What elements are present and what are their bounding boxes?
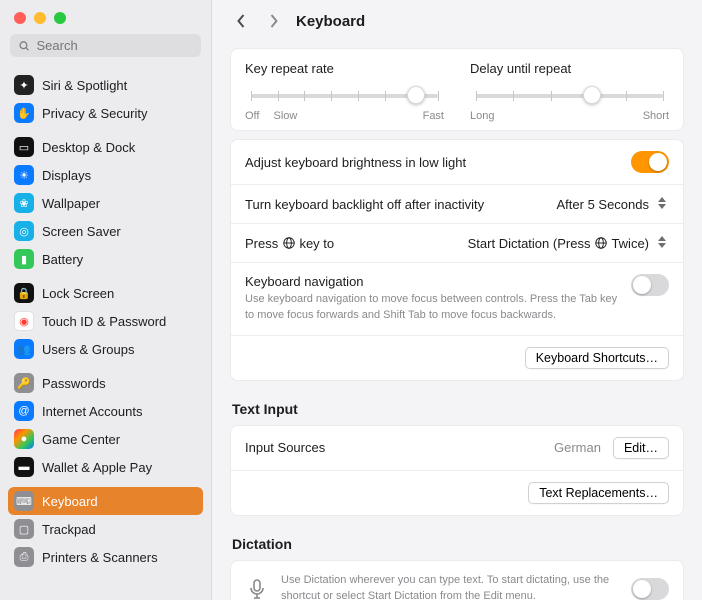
sidebar-item-users-groups[interactable]: 👥 Users & Groups (8, 335, 203, 363)
sidebar-icon: ✦ (14, 75, 34, 95)
sidebar-item-desktop-dock[interactable]: ▭ Desktop & Dock (8, 133, 203, 161)
press-globe-stepper[interactable] (657, 235, 669, 251)
slider-key-repeat[interactable]: Key repeat rate OffSlow Fast (245, 61, 444, 122)
sidebar-icon: ▭ (14, 137, 34, 157)
forward-button[interactable] (264, 12, 282, 30)
globe-icon (594, 236, 608, 250)
sidebar-nav: ✦ Siri & Spotlight ✋ Privacy & Security ▭ Des… (0, 65, 211, 600)
panel-keyboard-options: Adjust keyboard brightness in low light … (230, 139, 684, 381)
sidebar-item-touch-id-password[interactable]: ◉ Touch ID & Password (8, 307, 203, 335)
back-button[interactable] (232, 12, 250, 30)
page-title: Keyboard (296, 13, 365, 30)
slider-delay[interactable]: Delay until repeat LongShort (470, 61, 669, 122)
close-window-button[interactable] (14, 12, 26, 24)
row-dictation: Use Dictation wherever you can type text… (231, 561, 683, 600)
sidebar-item-wallet-apple-pay[interactable]: ▬ Wallet & Apple Pay (8, 453, 203, 481)
backlight-stepper[interactable] (657, 196, 669, 212)
sidebar: ✦ Siri & Spotlight ✋ Privacy & Security ▭ Des… (0, 0, 212, 600)
backlight-value: After 5 Seconds (557, 197, 650, 212)
sidebar-item-keyboard[interactable]: ⌨ Keyboard (8, 487, 203, 515)
sidebar-icon: ☀ (14, 165, 34, 185)
keyboard-nav-help: Use keyboard navigation to move focus be… (245, 292, 631, 324)
sidebar-item-label: Displays (42, 168, 91, 183)
sidebar-item-label: Trackpad (42, 522, 96, 537)
sidebar-item-internet-accounts[interactable]: @ Internet Accounts (8, 397, 203, 425)
press-globe-value: Start Dictation (Press Twice) (468, 236, 649, 251)
sidebar-icon: ● (14, 429, 34, 449)
slider-knob[interactable] (407, 86, 425, 104)
sidebar-icon: ▮ (14, 249, 34, 269)
sidebar-item-battery[interactable]: ▮ Battery (8, 245, 203, 273)
main-pane: Keyboard Key repeat rate OffSlow Fast De… (212, 0, 702, 600)
sidebar-icon: @ (14, 401, 34, 421)
search-input[interactable] (37, 38, 193, 53)
row-input-sources: Input Sources German Edit… (231, 426, 683, 470)
sidebar-item-label: Internet Accounts (42, 404, 142, 419)
text-replacements-button[interactable]: Text Replacements… (528, 482, 669, 504)
slider-label: Delay until repeat (470, 61, 669, 76)
dictation-toggle[interactable] (631, 578, 669, 600)
sidebar-icon: ◎ (14, 221, 34, 241)
sidebar-item-displays[interactable]: ☀ Displays (8, 161, 203, 189)
sidebar-item-siri-spotlight[interactable]: ✦ Siri & Spotlight (8, 71, 203, 99)
sidebar-item-label: Wallpaper (42, 196, 100, 211)
section-text-input: Text Input (232, 401, 682, 417)
sidebar-icon: ❀ (14, 193, 34, 213)
sidebar-item-label: Game Center (42, 432, 120, 447)
sidebar-item-label: Screen Saver (42, 224, 121, 239)
sidebar-item-label: Lock Screen (42, 286, 114, 301)
microphone-icon (245, 577, 269, 600)
search-field[interactable] (10, 34, 201, 57)
sidebar-icon: 👥 (14, 339, 34, 359)
sidebar-icon: 🔒 (14, 283, 34, 303)
sidebar-icon: 🔑 (14, 373, 34, 393)
sidebar-icon: ◉ (14, 311, 34, 331)
sidebar-item-label: Keyboard (42, 494, 98, 509)
sidebar-item-label: Passwords (42, 376, 106, 391)
sidebar-item-game-center[interactable]: ● Game Center (8, 425, 203, 453)
fullscreen-window-button[interactable] (54, 12, 66, 24)
header: Keyboard (212, 0, 702, 40)
content: Key repeat rate OffSlow Fast Delay until… (212, 40, 702, 600)
row-press-globe: Press key to Start Dictation (Press Twic… (231, 223, 683, 262)
panel-key-rate: Key repeat rate OffSlow Fast Delay until… (230, 48, 684, 131)
sidebar-item-passwords[interactable]: 🔑 Passwords (8, 369, 203, 397)
brightness-toggle[interactable] (631, 151, 669, 173)
row-backlight-off: Turn keyboard backlight off after inacti… (231, 184, 683, 223)
row-brightness: Adjust keyboard brightness in low light (231, 140, 683, 184)
sidebar-item-label: Touch ID & Password (42, 314, 166, 329)
sidebar-item-label: Printers & Scanners (42, 550, 158, 565)
sidebar-item-lock-screen[interactable]: 🔒 Lock Screen (8, 279, 203, 307)
sidebar-icon: ⌨ (14, 491, 34, 511)
sidebar-item-wallpaper[interactable]: ❀ Wallpaper (8, 189, 203, 217)
sidebar-icon: ⎙ (14, 547, 34, 567)
sidebar-icon: ▬ (14, 457, 34, 477)
globe-icon (282, 236, 296, 250)
section-dictation: Dictation (232, 536, 682, 552)
slider-knob[interactable] (583, 86, 601, 104)
sidebar-item-label: Privacy & Security (42, 106, 147, 121)
sidebar-icon: ✋ (14, 103, 34, 123)
input-sources-value: German (554, 440, 601, 455)
slider-label: Key repeat rate (245, 61, 444, 76)
sidebar-item-label: Siri & Spotlight (42, 78, 127, 93)
sidebar-item-label: Battery (42, 252, 83, 267)
sidebar-item-printers-scanners[interactable]: ⎙ Printers & Scanners (8, 543, 203, 571)
edit-input-sources-button[interactable]: Edit… (613, 437, 669, 459)
sidebar-item-label: Users & Groups (42, 342, 134, 357)
search-icon (18, 39, 31, 53)
panel-text-input: Input Sources German Edit… Text Replacem… (230, 425, 684, 516)
sidebar-icon: ▢ (14, 519, 34, 539)
minimize-window-button[interactable] (34, 12, 46, 24)
sidebar-item-privacy-security[interactable]: ✋ Privacy & Security (8, 99, 203, 127)
window-controls (0, 0, 211, 34)
sidebar-item-trackpad[interactable]: ▢ Trackpad (8, 515, 203, 543)
keyboard-nav-toggle[interactable] (631, 274, 669, 296)
row-keyboard-navigation: Keyboard navigation Use keyboard navigat… (231, 262, 683, 335)
sidebar-item-label: Wallet & Apple Pay (42, 460, 152, 475)
sidebar-item-label: Desktop & Dock (42, 140, 135, 155)
panel-dictation: Use Dictation wherever you can type text… (230, 560, 684, 600)
sidebar-item-screen-saver[interactable]: ◎ Screen Saver (8, 217, 203, 245)
keyboard-shortcuts-button[interactable]: Keyboard Shortcuts… (525, 347, 669, 369)
